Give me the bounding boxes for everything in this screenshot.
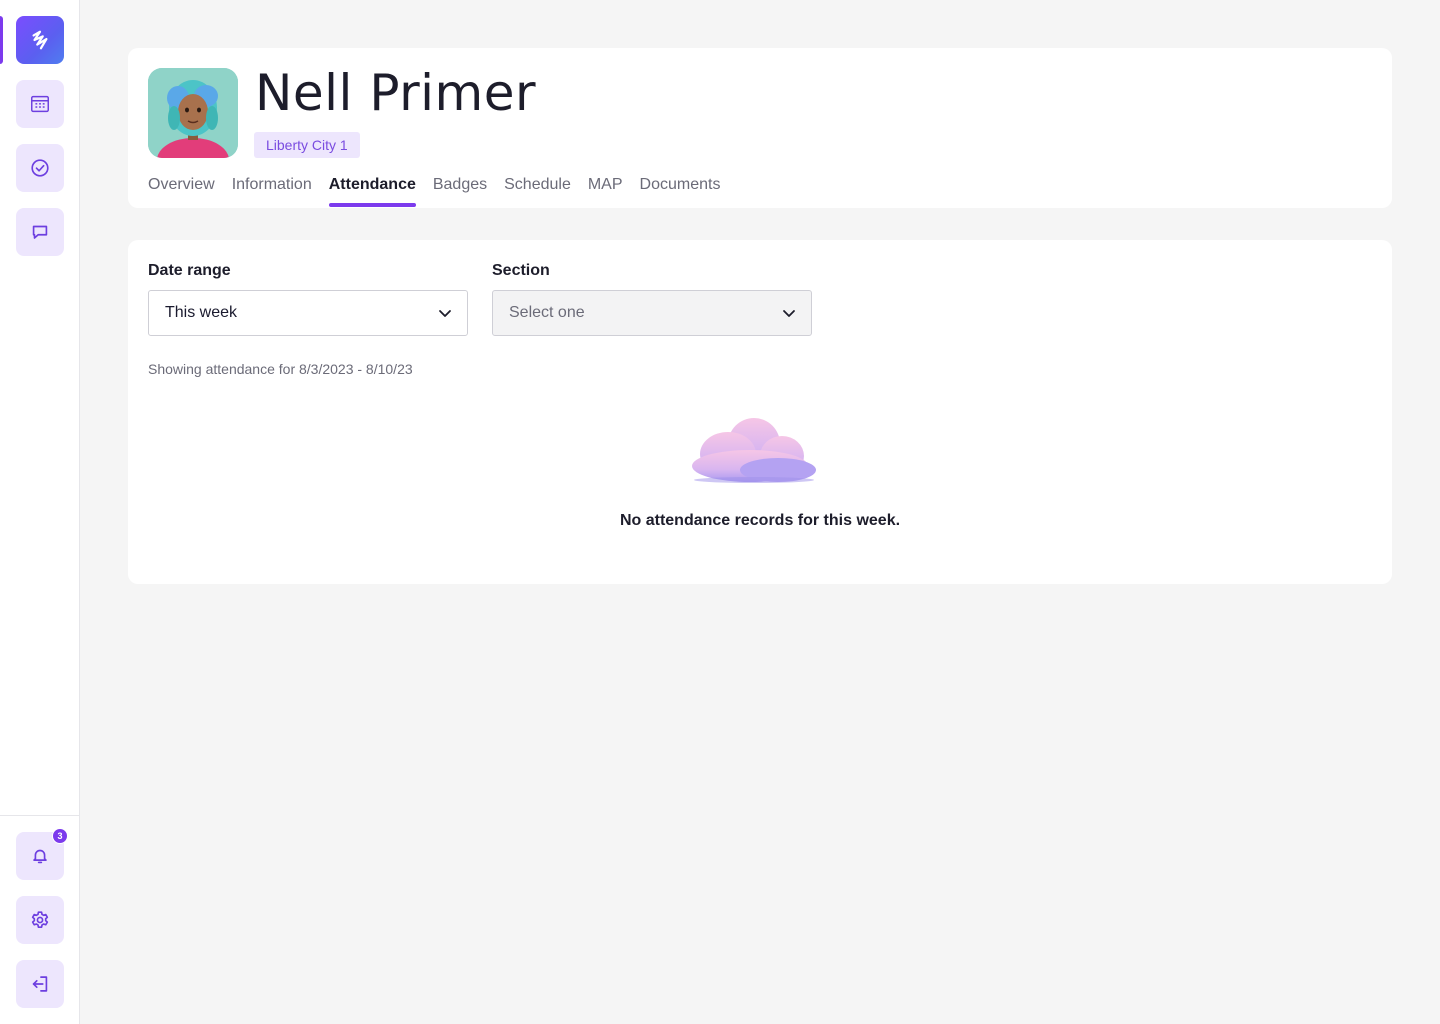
tab-documents[interactable]: Documents — [640, 174, 721, 208]
tab-attendance[interactable]: Attendance — [328, 174, 416, 208]
date-range-value: This week — [165, 304, 238, 321]
date-range-label: Date range — [148, 262, 231, 279]
date-range-select[interactable]: This week — [148, 290, 468, 336]
profile-tabs: Overview Information Attendance Badges S… — [148, 174, 737, 208]
student-avatar-illustration — [148, 68, 238, 158]
attendance-card: Date range This week Section Select one … — [128, 240, 1392, 584]
tab-schedule[interactable]: Schedule — [504, 174, 571, 208]
settings-button[interactable] — [16, 896, 64, 944]
attendance-range-note: Showing attendance for 8/3/2023 - 8/10/2… — [148, 361, 413, 377]
app-logo-button[interactable] — [16, 16, 64, 64]
student-header-card: Nell Primer Liberty City 1 Overview Info… — [128, 48, 1392, 208]
message-icon — [32, 225, 48, 239]
avatar — [148, 68, 238, 158]
notifications-button[interactable]: 3 — [16, 828, 68, 880]
sidebar-item-messages[interactable] — [16, 208, 64, 256]
calendar-icon — [31, 95, 49, 113]
bell-icon — [33, 849, 47, 864]
tab-overview[interactable]: Overview — [148, 174, 215, 208]
tab-badges[interactable]: Badges — [433, 174, 487, 208]
logout-button[interactable] — [16, 960, 64, 1008]
sidebar: 3 — [0, 0, 80, 1024]
chevron-down-icon — [783, 310, 795, 317]
tab-map[interactable]: MAP — [588, 174, 623, 208]
section-select[interactable]: Select one — [492, 290, 812, 336]
chevron-down-icon — [439, 310, 451, 317]
tab-information[interactable]: Information — [232, 174, 312, 208]
section-placeholder: Select one — [509, 304, 585, 321]
sidebar-item-tasks[interactable] — [16, 144, 64, 192]
notification-count-badge: 3 — [52, 828, 68, 844]
school-tag: Liberty City 1 — [254, 132, 360, 158]
logout-icon — [32, 976, 48, 992]
check-circle-icon — [31, 159, 49, 177]
sidebar-item-calendar[interactable] — [16, 80, 64, 128]
active-nav-indicator — [0, 16, 3, 64]
gear-icon — [31, 911, 49, 928]
logo-icon — [32, 30, 48, 50]
empty-cloud-illustration — [692, 418, 816, 483]
sidebar-divider — [0, 815, 80, 816]
student-name: Nell Primer — [255, 64, 537, 122]
section-label: Section — [492, 262, 550, 279]
empty-state-message: No attendance records for this week. — [619, 512, 901, 529]
